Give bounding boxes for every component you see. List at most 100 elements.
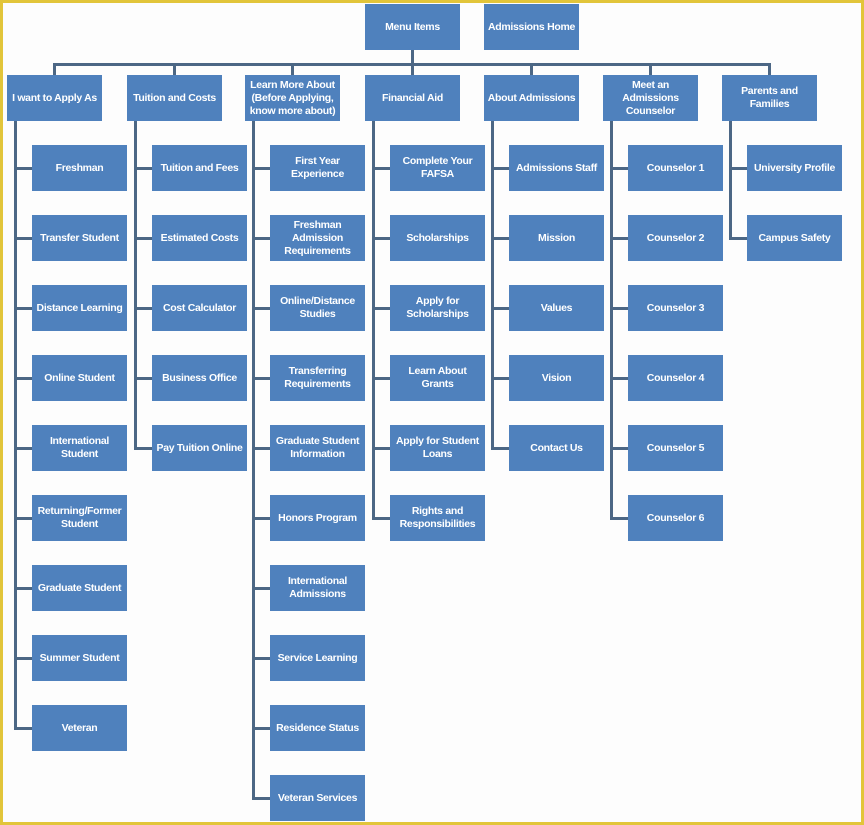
child-node[interactable]: Graduate Student xyxy=(32,565,127,611)
child-node[interactable]: International Student xyxy=(32,425,127,471)
column-spine-connector xyxy=(729,121,732,240)
column-drop-connector xyxy=(768,63,771,75)
child-node[interactable]: Freshman xyxy=(32,145,127,191)
child-node[interactable]: Veteran xyxy=(32,705,127,751)
child-connector xyxy=(610,167,628,170)
column-header[interactable]: About Admissions xyxy=(484,75,579,121)
child-connector xyxy=(491,237,509,240)
child-connector xyxy=(610,447,628,450)
child-node[interactable]: Transfer Student xyxy=(32,215,127,261)
child-connector xyxy=(372,447,390,450)
child-connector xyxy=(372,307,390,310)
child-connector xyxy=(610,307,628,310)
child-node[interactable]: Graduate Student Information xyxy=(270,425,365,471)
child-node[interactable]: Transferring Requirements xyxy=(270,355,365,401)
child-node[interactable]: Summer Student xyxy=(32,635,127,681)
column-drop-connector xyxy=(173,63,176,75)
child-node[interactable]: Vision xyxy=(509,355,604,401)
child-node[interactable]: Returning/Former Student xyxy=(32,495,127,541)
child-node[interactable]: Counselor 2 xyxy=(628,215,723,261)
child-connector xyxy=(252,237,270,240)
child-node[interactable]: Campus Safety xyxy=(747,215,842,261)
child-node[interactable]: International Admissions xyxy=(270,565,365,611)
child-node[interactable]: Online Student xyxy=(32,355,127,401)
child-node[interactable]: Cost Calculator xyxy=(152,285,247,331)
child-node[interactable]: Rights and Responsibilities xyxy=(390,495,485,541)
child-node[interactable]: Apply for Student Loans xyxy=(390,425,485,471)
child-connector xyxy=(491,377,509,380)
child-connector xyxy=(729,237,747,240)
column-drop-connector xyxy=(649,63,652,75)
child-node[interactable]: Complete Your FAFSA xyxy=(390,145,485,191)
column-header[interactable]: Tuition and Costs xyxy=(127,75,222,121)
child-node[interactable]: Distance Learning xyxy=(32,285,127,331)
child-connector xyxy=(252,657,270,660)
child-node[interactable]: Scholarships xyxy=(390,215,485,261)
column-header[interactable]: I want to Apply As xyxy=(7,75,102,121)
child-connector xyxy=(14,447,32,450)
child-node[interactable]: Estimated Costs xyxy=(152,215,247,261)
child-node[interactable]: Pay Tuition Online xyxy=(152,425,247,471)
child-connector xyxy=(372,167,390,170)
column-spine-connector xyxy=(372,121,375,520)
column-drop-connector xyxy=(530,63,533,75)
child-node[interactable]: Admissions Staff xyxy=(509,145,604,191)
child-connector xyxy=(14,167,32,170)
child-connector xyxy=(252,167,270,170)
child-node[interactable]: University Profile xyxy=(747,145,842,191)
child-node[interactable]: Business Office xyxy=(152,355,247,401)
child-node[interactable]: Learn About Grants xyxy=(390,355,485,401)
column-drop-connector xyxy=(411,63,414,75)
child-connector xyxy=(134,307,152,310)
child-connector xyxy=(14,657,32,660)
child-connector xyxy=(252,727,270,730)
child-connector xyxy=(134,167,152,170)
child-node[interactable]: Counselor 1 xyxy=(628,145,723,191)
child-connector xyxy=(610,237,628,240)
child-node[interactable]: Apply for Scholarships xyxy=(390,285,485,331)
child-connector xyxy=(14,237,32,240)
child-node[interactable]: Counselor 3 xyxy=(628,285,723,331)
child-node[interactable]: First Year Experience xyxy=(270,145,365,191)
column-header[interactable]: Meet an Admissions Counselor xyxy=(603,75,698,121)
child-connector xyxy=(610,377,628,380)
child-connector xyxy=(252,377,270,380)
column-spine-connector xyxy=(14,121,17,730)
child-connector xyxy=(372,517,390,520)
child-node[interactable]: Contact Us xyxy=(509,425,604,471)
child-node[interactable]: Residence Status xyxy=(270,705,365,751)
child-node[interactable]: Counselor 6 xyxy=(628,495,723,541)
child-node[interactable]: Honors Program xyxy=(270,495,365,541)
child-connector xyxy=(729,167,747,170)
child-node[interactable]: Counselor 5 xyxy=(628,425,723,471)
child-node[interactable]: Online/Distance Studies xyxy=(270,285,365,331)
child-node[interactable]: Veteran Services xyxy=(270,775,365,821)
child-connector xyxy=(14,727,32,730)
page-frame xyxy=(0,0,864,825)
child-connector xyxy=(134,447,152,450)
child-connector xyxy=(252,797,270,800)
child-connector xyxy=(252,307,270,310)
child-connector xyxy=(252,517,270,520)
child-connector xyxy=(252,587,270,590)
child-connector xyxy=(491,307,509,310)
child-connector xyxy=(491,167,509,170)
child-connector xyxy=(372,237,390,240)
column-spine-connector xyxy=(491,121,494,450)
child-connector xyxy=(134,237,152,240)
root-node-menu-items[interactable]: Menu Items xyxy=(365,4,460,50)
child-node[interactable]: Mission xyxy=(509,215,604,261)
child-node[interactable]: Service Learning xyxy=(270,635,365,681)
child-node[interactable]: Freshman Admission Requirements xyxy=(270,215,365,261)
child-node[interactable]: Values xyxy=(509,285,604,331)
child-node[interactable]: Counselor 4 xyxy=(628,355,723,401)
child-connector xyxy=(14,587,32,590)
column-header[interactable]: Parents and Families xyxy=(722,75,817,121)
column-header[interactable]: Learn More About (Before Applying, know … xyxy=(245,75,340,121)
column-spine-connector xyxy=(252,121,255,800)
column-header[interactable]: Financial Aid xyxy=(365,75,460,121)
node-admissions-home[interactable]: Admissions Home xyxy=(484,4,579,50)
column-drop-connector xyxy=(53,63,56,75)
child-node[interactable]: Tuition and Fees xyxy=(152,145,247,191)
child-connector xyxy=(14,517,32,520)
